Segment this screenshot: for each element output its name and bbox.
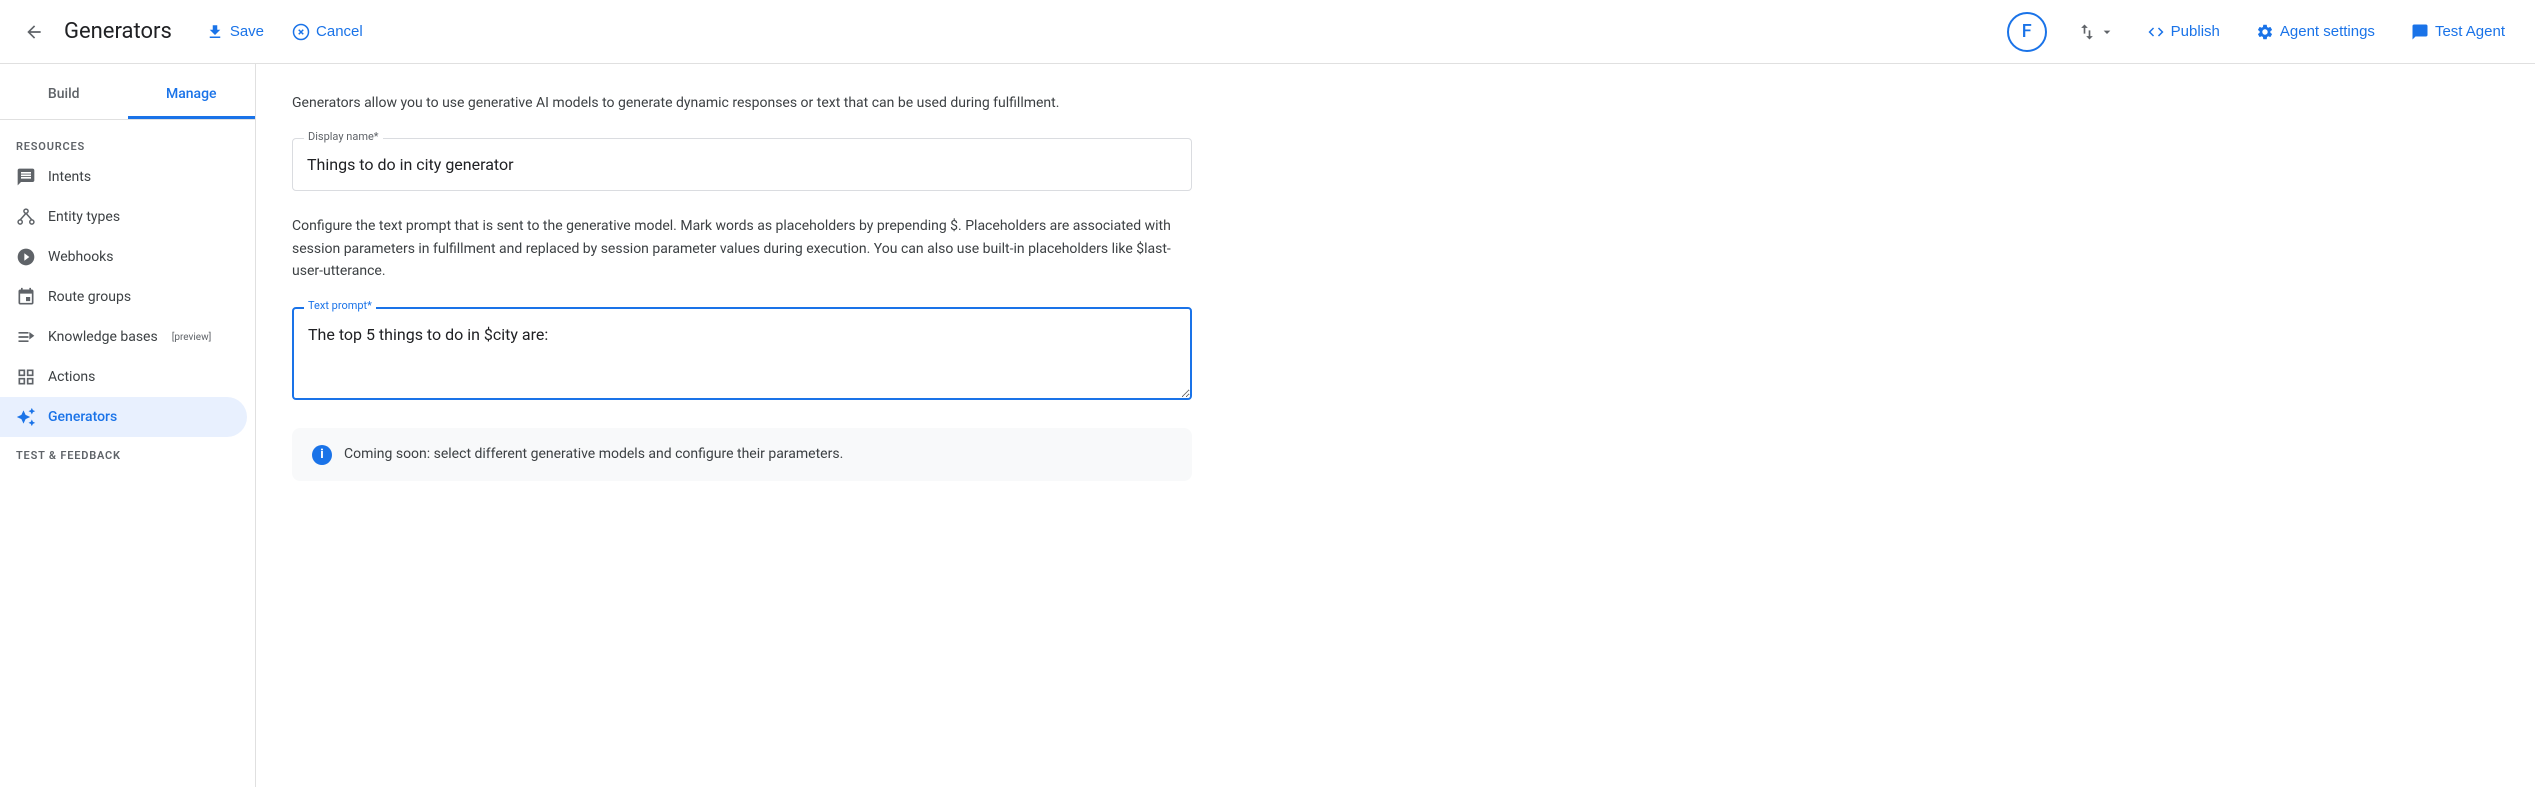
actions-icon [16,367,36,387]
test-feedback-section-label: TEST & FEEDBACK [0,437,255,466]
save-button[interactable]: Save [196,17,274,47]
knowledge-bases-label: Knowledge bases [48,329,158,345]
back-button[interactable] [20,18,48,46]
intents-label: Intents [48,169,91,185]
sidebar-item-actions[interactable]: Actions [0,357,247,397]
agent-settings-button[interactable]: Agent settings [2246,17,2385,47]
sort-button[interactable] [2071,16,2121,48]
display-name-field: Display name* [292,138,1192,191]
webhooks-label: Webhooks [48,249,114,265]
avatar: F [2007,12,2047,52]
cancel-button[interactable]: Cancel [282,17,373,47]
top-bar: Generators Save Cancel F Publish [0,0,2535,64]
page-title: Generators [64,19,172,44]
configure-text: Configure the text prompt that is sent t… [292,215,1192,282]
sidebar-tabs: Build Manage [0,72,255,120]
text-prompt-label: Text prompt* [304,299,376,312]
info-icon: i [312,445,332,465]
entity-types-label: Entity types [48,209,120,225]
intents-icon [16,167,36,187]
sidebar-item-knowledge-bases[interactable]: Knowledge bases [preview] [0,317,247,357]
info-box: i Coming soon: select different generati… [292,428,1192,481]
route-groups-icon [16,287,36,307]
sidebar-item-generators[interactable]: Generators [0,397,247,437]
main-layout: Build Manage RESOURCES Intents [0,64,2535,787]
content-area: Generators allow you to use generative A… [256,64,2535,787]
display-name-label: Display name* [304,130,383,143]
sidebar-item-webhooks[interactable]: Webhooks [0,237,247,277]
actions-label: Actions [48,369,95,385]
display-name-input[interactable] [292,138,1192,191]
entity-types-icon [16,207,36,227]
resources-section-label: RESOURCES [0,128,255,157]
sidebar-item-entity-types[interactable]: Entity types [0,197,247,237]
sidebar: Build Manage RESOURCES Intents [0,64,256,787]
text-prompt-field: Text prompt* [292,307,1192,404]
generators-icon [16,407,36,427]
intro-text: Generators allow you to use generative A… [292,92,1192,114]
preview-badge: [preview] [172,332,212,343]
top-bar-actions: Save Cancel [196,17,373,47]
sidebar-item-route-groups[interactable]: Route groups [0,277,247,317]
knowledge-bases-icon [16,327,36,347]
sidebar-item-intents[interactable]: Intents [0,157,247,197]
info-text: Coming soon: select different generative… [344,444,843,465]
webhooks-icon [16,247,36,267]
generators-label: Generators [48,409,117,425]
text-prompt-textarea[interactable] [292,307,1192,400]
test-agent-button[interactable]: Test Agent [2401,17,2515,47]
tab-manage[interactable]: Manage [128,72,256,119]
route-groups-label: Route groups [48,289,131,305]
tab-build[interactable]: Build [0,72,128,119]
publish-button[interactable]: Publish [2137,17,2230,47]
